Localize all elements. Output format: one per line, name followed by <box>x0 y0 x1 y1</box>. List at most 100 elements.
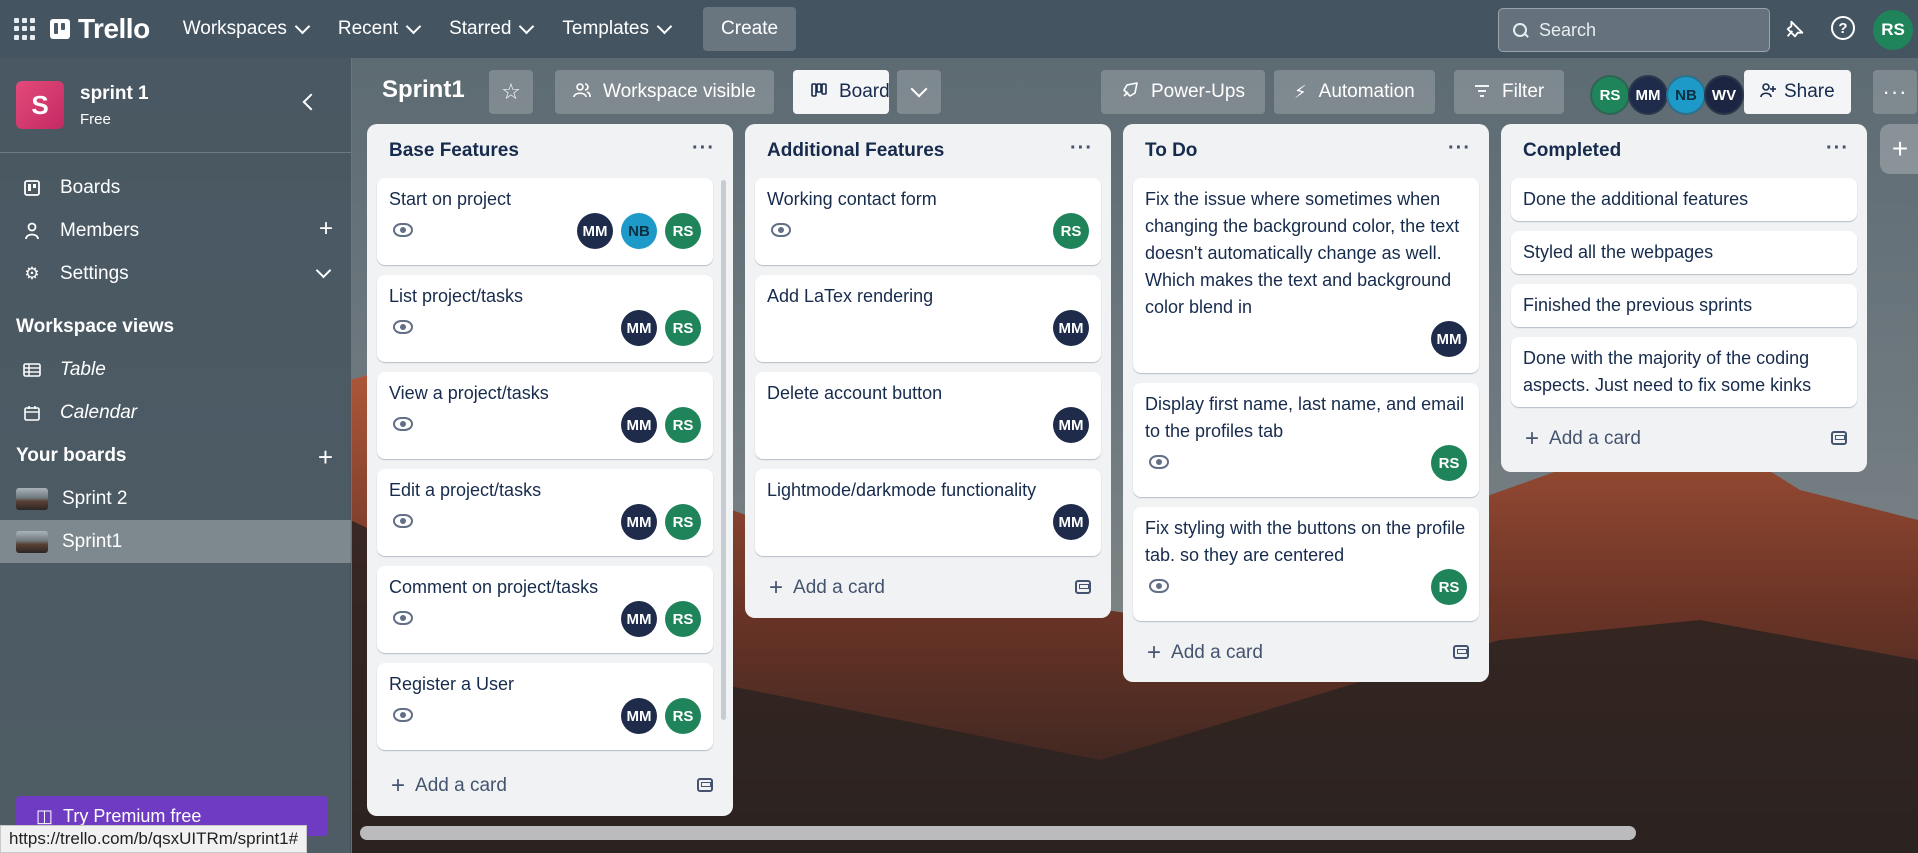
list-scrollbar[interactable] <box>721 180 726 720</box>
sidebar-item-boards[interactable]: Boards <box>0 166 351 209</box>
member-avatar[interactable]: RS <box>1590 75 1630 115</box>
card-title: Done with the majority of the coding asp… <box>1523 348 1812 395</box>
member-avatar[interactable]: MM <box>621 601 657 637</box>
power-ups-button[interactable]: Power-Ups <box>1101 70 1265 114</box>
member-avatar[interactable]: MM <box>621 407 657 443</box>
member-avatar[interactable]: NB <box>621 213 657 249</box>
list-header[interactable]: Additional Features ··· <box>745 124 1111 178</box>
nav-recent[interactable]: Recent <box>323 8 434 50</box>
card[interactable]: Fix the issue where sometimes when chang… <box>1133 178 1479 373</box>
sidebar-item-table[interactable]: Table <box>0 348 351 391</box>
list-header[interactable]: Base Features ··· <box>367 124 733 178</box>
list-menu-icon[interactable]: ··· <box>1070 138 1093 158</box>
member-avatar[interactable]: MM <box>621 310 657 346</box>
card[interactable]: Edit a project/tasks MM RS <box>377 469 713 556</box>
list-menu-icon[interactable]: ··· <box>692 138 715 158</box>
list-title[interactable]: To Do <box>1145 140 1197 162</box>
member-avatar[interactable]: RS <box>1053 213 1089 249</box>
card-template-icon[interactable] <box>1831 431 1847 445</box>
card-template-icon[interactable] <box>1453 645 1469 659</box>
member-avatar[interactable]: MM <box>1053 504 1089 540</box>
view-switcher-button[interactable] <box>897 70 941 114</box>
workspace-name[interactable]: sprint 1 <box>80 83 149 105</box>
member-avatar[interactable]: WV <box>1704 75 1744 115</box>
star-board-button[interactable]: ☆ <box>489 70 533 114</box>
card[interactable]: Finished the previous sprints <box>1511 284 1857 327</box>
card-members: MM RS <box>613 601 701 637</box>
add-card-button[interactable]: + Add a card <box>745 566 1111 610</box>
board-view-button[interactable]: Board <box>793 70 890 114</box>
member-avatar[interactable]: MM <box>1053 407 1089 443</box>
gear-icon: ⚙ <box>24 263 40 283</box>
chevron-down-icon[interactable] <box>315 262 332 279</box>
member-avatar[interactable]: MM <box>1053 310 1089 346</box>
add-card-button[interactable]: + Add a card <box>1501 417 1867 461</box>
list-header[interactable]: Completed ··· <box>1501 124 1867 178</box>
card[interactable]: Add LaTex rendering MM <box>755 275 1101 362</box>
card[interactable]: Done the additional features <box>1511 178 1857 221</box>
card[interactable]: List project/tasks MM RS <box>377 275 713 362</box>
share-button[interactable]: Share <box>1744 70 1851 114</box>
add-card-button[interactable]: + Add a card <box>1123 631 1489 675</box>
create-button[interactable]: Create <box>703 7 797 51</box>
board-horizontal-scrollbar[interactable] <box>360 826 1636 840</box>
visibility-button[interactable]: Workspace visible <box>555 70 774 114</box>
card[interactable]: Fix styling with the buttons on the prof… <box>1133 507 1479 621</box>
member-avatar[interactable]: MM <box>1431 321 1467 357</box>
member-avatar[interactable]: MM <box>621 698 657 734</box>
sidebar-item-settings[interactable]: ⚙ Settings <box>0 252 351 295</box>
sidebar-item-members[interactable]: Members + <box>0 209 351 252</box>
card[interactable]: Delete account button MM <box>755 372 1101 459</box>
app-switcher-icon[interactable] <box>14 18 36 40</box>
nav-workspaces[interactable]: Workspaces <box>168 8 323 50</box>
member-avatar[interactable]: MM <box>621 504 657 540</box>
member-avatar[interactable]: RS <box>1431 445 1467 481</box>
add-list-button[interactable]: + <box>1880 124 1918 174</box>
nav-templates[interactable]: Templates <box>547 8 685 50</box>
member-avatar[interactable]: RS <box>1431 569 1467 605</box>
card-template-icon[interactable] <box>697 778 713 792</box>
member-avatar[interactable]: RS <box>665 310 701 346</box>
card[interactable]: Comment on project/tasks MM RS <box>377 566 713 653</box>
card[interactable]: Lightmode/darkmode functionality MM <box>755 469 1101 556</box>
sidebar-board-sprint-2[interactable]: Sprint 2 <box>0 477 351 520</box>
board-title[interactable]: Sprint1 <box>382 76 465 104</box>
list-title[interactable]: Base Features <box>389 140 519 162</box>
card[interactable]: Start on project MM NB RS <box>377 178 713 265</box>
nav-starred[interactable]: Starred <box>434 8 547 50</box>
board-menu-button[interactable]: ··· <box>1873 70 1917 114</box>
add-board-icon[interactable]: + <box>318 442 333 473</box>
automation-button[interactable]: ⚡ Automation <box>1274 70 1435 114</box>
sidebar-board-sprint1[interactable]: Sprint1 <box>0 520 351 563</box>
member-avatar[interactable]: MM <box>577 213 613 249</box>
trello-logo[interactable]: Trello <box>50 13 150 45</box>
member-avatar[interactable]: RS <box>665 504 701 540</box>
card[interactable]: View a project/tasks MM RS <box>377 372 713 459</box>
add-member-icon[interactable]: + <box>319 217 333 241</box>
card[interactable]: Register a User MM RS <box>377 663 713 750</box>
card[interactable]: Working contact form RS <box>755 178 1101 265</box>
member-avatar[interactable]: RS <box>665 407 701 443</box>
search-input[interactable]: Search <box>1498 8 1770 52</box>
list-title[interactable]: Completed <box>1523 140 1621 162</box>
list-menu-icon[interactable]: ··· <box>1448 138 1471 158</box>
user-avatar[interactable]: RS <box>1873 10 1913 50</box>
add-card-button[interactable]: + Add a card <box>367 764 733 808</box>
collapse-sidebar-icon[interactable] <box>302 93 320 111</box>
sidebar-item-calendar[interactable]: Calendar <box>0 391 351 434</box>
card[interactable]: Styled all the webpages <box>1511 231 1857 274</box>
member-avatar[interactable]: MM <box>1628 75 1668 115</box>
list-title[interactable]: Additional Features <box>767 140 944 162</box>
list-header[interactable]: To Do ··· <box>1123 124 1489 178</box>
member-avatar[interactable]: NB <box>1666 75 1706 115</box>
card[interactable]: Display first name, last name, and email… <box>1133 383 1479 497</box>
member-avatar[interactable]: RS <box>665 601 701 637</box>
card[interactable]: Done with the majority of the coding asp… <box>1511 337 1857 407</box>
member-avatar[interactable]: RS <box>665 213 701 249</box>
notifications-icon[interactable] <box>1783 17 1807 41</box>
card-template-icon[interactable] <box>1075 580 1091 594</box>
list-menu-icon[interactable]: ··· <box>1826 138 1849 158</box>
member-avatar[interactable]: RS <box>665 698 701 734</box>
filter-button[interactable]: Filter <box>1454 70 1565 114</box>
help-icon[interactable]: ? <box>1831 16 1855 40</box>
